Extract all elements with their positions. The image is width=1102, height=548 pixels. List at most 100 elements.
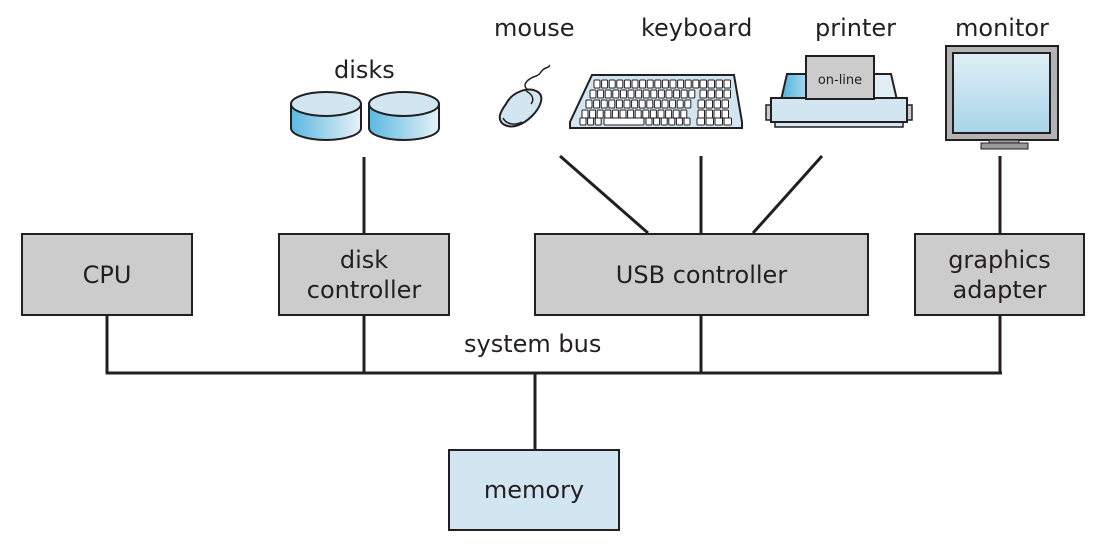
keyboard-key: [596, 109, 604, 119]
keyboard-key: [660, 117, 668, 126]
keyboard-key: [672, 109, 680, 119]
cpu-label: CPU: [82, 260, 132, 289]
keyboard-key: [597, 89, 605, 99]
keyboard-key: [646, 99, 654, 109]
monitor-label: monitor: [955, 14, 1049, 42]
printer-label: printer: [815, 14, 897, 42]
keyboard-key: [714, 117, 723, 126]
keyboard-key: [665, 89, 673, 99]
keyboard-key: [634, 109, 642, 119]
keyboard-key: [707, 89, 715, 99]
keyboard-icon: [569, 74, 743, 129]
keyboard-key: [604, 109, 612, 119]
cpu-box: CPU: [21, 233, 193, 316]
keyboard-label: keyboard: [641, 14, 753, 42]
keyboard-key: [587, 117, 595, 126]
keyboard-key: [696, 117, 705, 126]
keyboard-key: [676, 99, 684, 109]
keyboard-key: [638, 99, 646, 109]
keyboard-key: [653, 117, 661, 126]
disk-icon: [290, 91, 362, 141]
keyboard-key: [680, 109, 688, 119]
keyboard-key: [603, 117, 645, 126]
memory-label: memory: [483, 476, 585, 504]
usb-controller-box: USB controller: [534, 233, 869, 316]
keyboard-key: [594, 117, 602, 126]
keyboard-key: [631, 99, 639, 109]
disk-controller-label-line2: controller: [306, 275, 422, 304]
keyboard-key: [619, 89, 627, 99]
keyboard-key: [631, 79, 639, 89]
keyboard-key: [713, 99, 721, 109]
keyboard-key: [657, 109, 665, 119]
keyboard-key: [684, 99, 692, 109]
keyboard-key: [657, 89, 665, 99]
keyboard-key: [669, 79, 677, 89]
disk-icon: [368, 91, 440, 141]
keyboard-key: [692, 79, 700, 89]
disk-controller-box: disk controller: [278, 233, 450, 316]
mouse-icon: [498, 64, 551, 128]
keyboard-key: [665, 109, 673, 119]
printer-icon: on-line: [765, 55, 913, 128]
keyboard-key: [645, 117, 653, 126]
keyboard-key: [675, 117, 683, 126]
disks-label: disks: [334, 56, 395, 84]
keyboard-key: [697, 109, 705, 119]
keyboard-key: [715, 89, 723, 99]
keyboard-key: [680, 89, 688, 99]
keyboard-key: [668, 117, 676, 126]
keyboard-key: [650, 89, 658, 99]
keyboard-key: [649, 109, 657, 119]
keyboard-key: [721, 109, 729, 119]
keyboard-key: [723, 89, 731, 99]
monitor-icon: [945, 45, 1059, 150]
keyboard-key: [688, 89, 696, 99]
keyboard-key: [604, 89, 612, 99]
memory-box: memory: [448, 449, 620, 531]
keyboard-key: [627, 89, 635, 99]
keyboard-key: [705, 117, 714, 126]
keyboard-key: [642, 89, 650, 99]
graphics-adapter-label-line2: adapter: [952, 275, 1047, 304]
bus-diagram: on-line disks mouse keyboard printer mon…: [0, 0, 1102, 548]
keyboard-key: [642, 109, 650, 119]
keyboard-key: [707, 79, 715, 89]
graphics-adapter-box: graphics adapter: [914, 233, 1085, 316]
keyboard-key: [654, 79, 662, 89]
keyboard-key: [661, 79, 669, 89]
keyboard-key: [608, 99, 616, 109]
keyboard-key: [653, 99, 661, 109]
keyboard-key: [646, 79, 654, 89]
usb-controller-label: USB controller: [615, 260, 788, 289]
keyboard-key: [705, 99, 713, 109]
keyboard-key: [616, 79, 624, 89]
keyboard-key: [585, 99, 593, 109]
keyboard-key: [699, 89, 707, 99]
keyboard-key: [683, 117, 691, 126]
keyboard-key: [677, 79, 685, 89]
keyboard-key: [635, 89, 643, 99]
keyboard-key: [589, 89, 597, 99]
keyboard-key: [600, 99, 608, 109]
keyboard-key: [723, 117, 732, 126]
keyboard-key: [713, 109, 721, 119]
keyboard-key: [697, 99, 705, 109]
keyboard-key: [661, 99, 669, 109]
keyboard-key: [623, 99, 631, 109]
keyboard-key: [579, 117, 587, 126]
system-bus-label: system bus: [464, 330, 602, 358]
keyboard-key: [623, 79, 631, 89]
keyboard-key: [612, 89, 620, 99]
keyboard-key: [593, 79, 601, 89]
keyboard-key: [627, 109, 635, 119]
keyboard-key: [608, 79, 616, 89]
keyboard-key: [723, 79, 731, 89]
keyboard-key: [581, 109, 589, 119]
keyboard-key: [684, 79, 692, 89]
keyboard-key: [615, 99, 623, 109]
disk-controller-label-line1: disk: [339, 245, 389, 274]
printer-paper-label: on-line: [818, 73, 862, 88]
keyboard-key: [589, 109, 597, 119]
keyboard-key: [715, 79, 723, 89]
